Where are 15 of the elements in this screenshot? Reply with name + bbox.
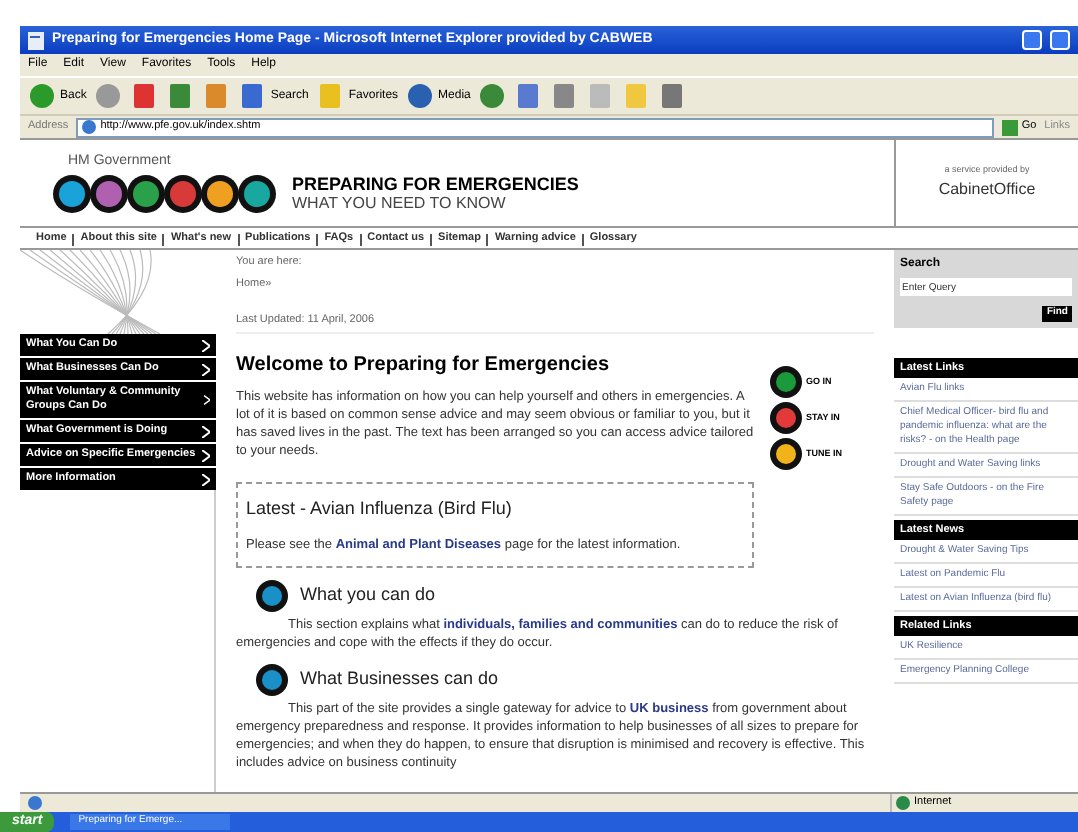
section-icon bbox=[256, 663, 288, 695]
site-subtitle: WHAT YOU NEED TO KNOW bbox=[292, 194, 508, 213]
minimize-button[interactable] bbox=[1022, 30, 1042, 50]
provider-name: CabinetOffice bbox=[938, 177, 1036, 202]
signal-icon bbox=[770, 438, 802, 470]
section-icon bbox=[256, 579, 288, 611]
maximize-button[interactable] bbox=[1050, 30, 1070, 50]
section-title: What Businesses can do bbox=[300, 665, 499, 692]
chevron-icon bbox=[204, 394, 210, 406]
section-title: What you can do bbox=[300, 581, 436, 608]
signal-icon bbox=[770, 366, 802, 398]
page-heading: Welcome to Preparing for Emergencies bbox=[236, 352, 612, 380]
latest-title: Latest - Avian Influenza (Bird Flu) bbox=[246, 496, 514, 522]
signal-icon bbox=[770, 402, 802, 434]
site-title: PREPARING FOR EMERGENCIES bbox=[292, 174, 579, 195]
